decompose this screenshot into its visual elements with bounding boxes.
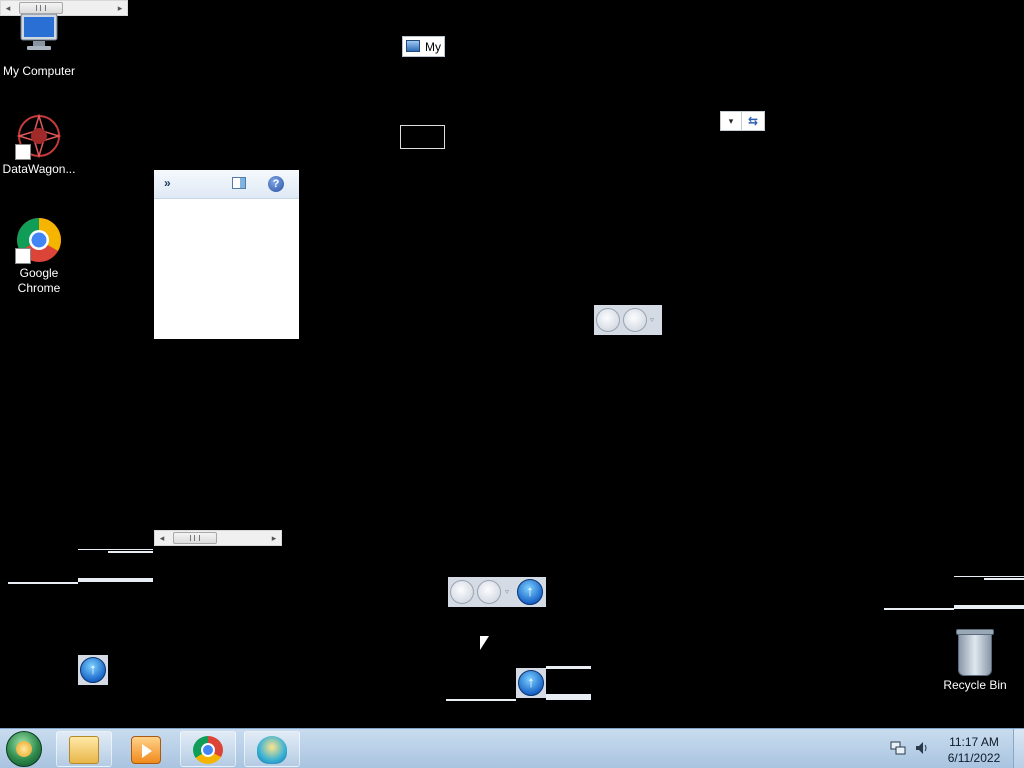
up-button-container: ↑ bbox=[516, 668, 546, 698]
start-button[interactable] bbox=[6, 731, 42, 767]
back-forward-buttons: ▿ bbox=[594, 305, 662, 335]
taskbar-button-app-shell[interactable] bbox=[244, 731, 300, 767]
divider-line bbox=[984, 578, 1024, 580]
desktop-icon-label: DataWagon... bbox=[2, 162, 76, 176]
empty-input-box[interactable] bbox=[400, 125, 445, 149]
taskbar-button-google-chrome[interactable] bbox=[180, 731, 236, 767]
desktop-icon-datawagon[interactable]: DataWagon... bbox=[0, 112, 78, 177]
scroll-left-arrow[interactable]: ◂ bbox=[1, 1, 15, 15]
forward-button[interactable] bbox=[623, 308, 647, 332]
divider-line bbox=[108, 551, 153, 553]
desktop-icon-google-chrome[interactable]: Google Chrome bbox=[0, 216, 78, 296]
more-chevron-icon[interactable]: » bbox=[164, 176, 171, 190]
system-clock[interactable]: 11:17 AM 6/11/2022 bbox=[938, 734, 1010, 766]
divider-line bbox=[8, 582, 78, 584]
desktop-icon-my-computer[interactable]: My Computer bbox=[0, 13, 78, 79]
media-player-icon bbox=[131, 736, 161, 764]
recent-pages-dropdown-icon[interactable]: ▿ bbox=[650, 315, 654, 324]
help-icon[interactable]: ? bbox=[268, 176, 284, 192]
mid-horizontal-scrollbar[interactable]: ◂ ▸ bbox=[154, 530, 282, 546]
up-one-level-button[interactable]: ↑ bbox=[517, 579, 543, 605]
back-button[interactable] bbox=[596, 308, 620, 332]
network-icon[interactable] bbox=[890, 740, 906, 759]
divider-line bbox=[954, 605, 1024, 609]
divider-line bbox=[446, 699, 516, 701]
computer-small-icon bbox=[406, 40, 420, 52]
divider-line bbox=[546, 694, 591, 700]
up-one-level-button[interactable]: ↑ bbox=[518, 670, 544, 696]
chrome-icon bbox=[15, 216, 63, 264]
scroll-left-arrow[interactable]: ◂ bbox=[155, 531, 169, 545]
preview-pane-icon[interactable] bbox=[232, 177, 246, 189]
shortcut-arrow-icon bbox=[15, 144, 31, 160]
divider-line bbox=[78, 549, 153, 550]
back-forward-buttons: ▿ ↑ bbox=[448, 577, 546, 607]
thumb-grip bbox=[190, 535, 200, 541]
shell-icon bbox=[257, 736, 287, 764]
recent-pages-dropdown-icon[interactable]: ▿ bbox=[505, 587, 509, 596]
address-dropdown-refresh[interactable]: ▾ ⇆ bbox=[720, 111, 765, 131]
desktop-icon-label: My Computer bbox=[2, 64, 76, 78]
folder-icon bbox=[69, 736, 99, 764]
explorer-pane-fragment: » ? bbox=[154, 170, 299, 339]
desktop-icon-label: Recycle Bin bbox=[943, 678, 1007, 692]
taskbar-button-media-player[interactable] bbox=[118, 731, 174, 767]
show-desktop-button[interactable] bbox=[1013, 729, 1024, 768]
refresh-icon[interactable]: ⇆ bbox=[743, 112, 763, 130]
computer-icon bbox=[15, 13, 63, 62]
divider-line bbox=[78, 578, 153, 582]
pane-toolbar: » ? bbox=[154, 170, 299, 199]
datawagon-icon bbox=[15, 112, 63, 160]
scroll-right-arrow[interactable]: ▸ bbox=[267, 531, 281, 545]
divider-line bbox=[954, 576, 1024, 577]
chrome-icon bbox=[193, 736, 223, 764]
scroll-thumb[interactable] bbox=[173, 532, 217, 544]
thumb-grip bbox=[36, 5, 46, 11]
address-label: My bbox=[425, 40, 441, 54]
mouse-cursor-icon bbox=[480, 636, 489, 650]
recycle-bin-icon bbox=[956, 629, 994, 676]
divider-line bbox=[884, 608, 954, 610]
forward-button[interactable] bbox=[477, 580, 501, 604]
back-button[interactable] bbox=[450, 580, 474, 604]
desktop-icon-label: Google Chrome bbox=[17, 266, 61, 295]
shortcut-arrow-icon bbox=[15, 248, 31, 264]
up-one-level-button[interactable]: ↑ bbox=[80, 657, 106, 683]
divider-line bbox=[546, 666, 591, 669]
scroll-right-arrow[interactable]: ▸ bbox=[113, 1, 127, 15]
dropdown-arrow-icon[interactable]: ▾ bbox=[721, 112, 742, 130]
clock-time: 11:17 AM bbox=[949, 735, 999, 749]
clock-date: 6/11/2022 bbox=[947, 751, 1001, 765]
scroll-thumb[interactable] bbox=[19, 2, 63, 14]
taskbar bbox=[0, 728, 1024, 768]
taskbar-button-file-explorer[interactable] bbox=[56, 731, 112, 767]
volume-icon[interactable] bbox=[914, 740, 930, 759]
my-computer-address-button[interactable]: My bbox=[402, 36, 445, 57]
up-button-container: ↑ bbox=[78, 655, 108, 685]
desktop-icon-recycle-bin[interactable]: Recycle Bin bbox=[936, 629, 1014, 693]
